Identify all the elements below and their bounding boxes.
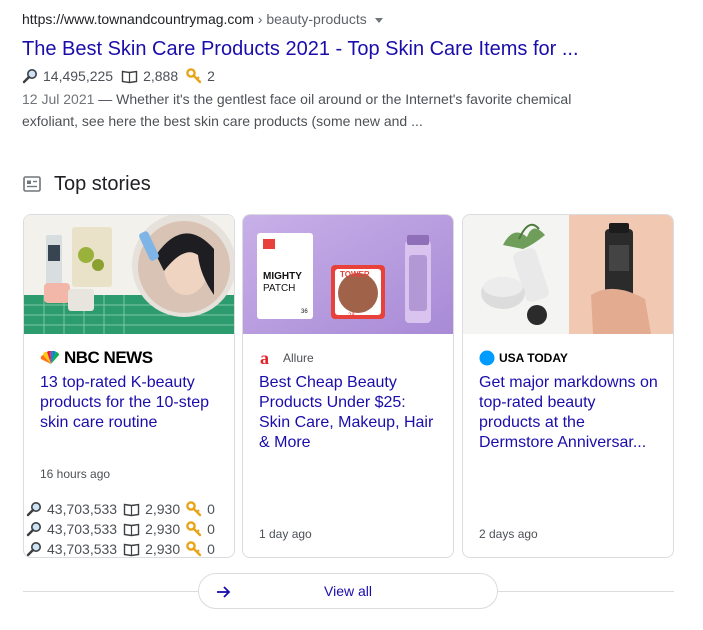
key-icon (186, 68, 202, 84)
story-age: 16 hours ago (40, 467, 111, 481)
arrow-right-icon (217, 586, 231, 598)
story-card-allure[interactable]: MIGHTY PATCH 36 TOWER 28 a Allure Best C… (242, 214, 454, 558)
result-url[interactable]: https://www.townandcountrymag.com › beau… (22, 9, 622, 29)
book-icon (123, 523, 140, 536)
peacock-icon (40, 351, 59, 364)
pages-stat: 2,930 (123, 541, 180, 557)
views-count: 14,495,225 (43, 68, 114, 84)
story-source: a Allure (259, 349, 314, 367)
thumb-text-brand: TOWER (340, 270, 370, 279)
view-all-button[interactable]: View all (198, 573, 498, 609)
story-stats-row: 43,703,533 2,930 0 (26, 499, 221, 519)
top-stories-header: Top stories (23, 170, 151, 198)
book-icon (123, 543, 140, 556)
pages-stat: 2,930 (123, 521, 180, 537)
story-stats-row: 43,703,533 2,930 0 (26, 519, 221, 539)
thumb-text-sub: 28 (348, 313, 355, 319)
thumb-text-mighty: MIGHTY (263, 271, 302, 282)
views-stat: 14,495,225 (22, 68, 113, 84)
story-source-name: NBC NEWS (64, 348, 153, 367)
keys-stat: 2 (186, 68, 215, 84)
svg-text:a: a (260, 350, 269, 366)
book-icon (121, 70, 138, 83)
magnifier-icon (26, 522, 41, 537)
result-domain[interactable]: https://www.townandcountrymag.com (22, 11, 254, 27)
result-stats: 14,495,225 2,888 2 (22, 66, 622, 86)
story-headline-link[interactable]: Get major markdowns on top-rated beauty … (479, 373, 661, 453)
pages-count: 2,930 (145, 501, 181, 517)
story-stats-row: 43,703,533 2,930 0 (26, 539, 221, 557)
story-source: NBC NEWS (40, 348, 153, 368)
thumb-text-num: 36 (301, 309, 308, 315)
story-headline-link[interactable]: 13 top-rated K-beauty products for the 1… (40, 373, 222, 433)
story-age: 1 day ago (259, 527, 312, 541)
story-card-nbc[interactable]: NBC NEWS 13 top-rated K-beauty products … (23, 214, 235, 558)
result-snippet-text: — Whether it's the gentlest face oil aro… (22, 91, 572, 129)
views-stat: 43,703,533 (26, 501, 117, 517)
magnifier-icon (26, 502, 41, 517)
story-age: 2 days ago (479, 527, 538, 541)
keys-count: 2 (207, 68, 215, 84)
result-snippet: 12 Jul 2021 — Whether it's the gentlest … (22, 88, 602, 132)
magnifier-icon (26, 542, 41, 557)
keys-stat: 0 (186, 541, 215, 557)
views-count: 43,703,533 (47, 541, 118, 557)
pages-count: 2,930 (145, 521, 181, 537)
magnifier-icon (22, 69, 37, 84)
story-headline-link[interactable]: Best Cheap Beauty Products Under $25: Sk… (259, 373, 441, 453)
story-thumbnail[interactable] (463, 215, 673, 334)
story-source: USA TODAY (479, 349, 568, 367)
story-card-usatoday[interactable]: USA TODAY Get major markdowns on top-rat… (462, 214, 674, 558)
pages-stat: 2,888 (121, 68, 178, 84)
search-result: https://www.townandcountrymag.com › beau… (22, 9, 622, 132)
news-icon (23, 176, 41, 192)
top-stories-title: Top stories (54, 173, 151, 195)
keys-stat: 0 (186, 521, 215, 537)
key-icon (186, 541, 202, 557)
pages-count: 2,930 (145, 541, 181, 557)
story-stats: 43,703,533 2,930 0 43,703,533 2,930 0 43… (26, 499, 221, 557)
views-count: 43,703,533 (47, 521, 118, 537)
story-thumbnail[interactable]: MIGHTY PATCH 36 TOWER 28 (243, 215, 453, 334)
usa-today-dot-icon (479, 350, 495, 366)
keys-count: 0 (207, 541, 215, 557)
keys-count: 0 (207, 501, 215, 517)
views-stat: 43,703,533 (26, 521, 117, 537)
result-title-link[interactable]: The Best Skin Care Products 2021 - Top S… (22, 36, 622, 62)
story-source-name: USA TODAY (499, 351, 568, 365)
keys-stat: 0 (186, 501, 215, 517)
pages-count: 2,888 (143, 68, 179, 84)
pages-stat: 2,930 (123, 501, 180, 517)
result-date: 12 Jul 2021 (22, 91, 95, 107)
allure-logo-icon: a (260, 350, 269, 366)
views-count: 43,703,533 (47, 501, 118, 517)
key-icon (186, 521, 202, 537)
usa-today-logo: USA TODAY (479, 350, 568, 366)
thumb-text-patch: PATCH (263, 283, 295, 294)
book-icon (123, 503, 140, 516)
story-thumbnail[interactable] (24, 215, 234, 334)
story-source-name: Allure (283, 351, 314, 365)
keys-count: 0 (207, 521, 215, 537)
key-icon (186, 501, 202, 517)
divider-left (23, 591, 198, 592)
nbc-news-logo: NBC NEWS (40, 348, 153, 368)
chevron-down-icon[interactable] (374, 17, 383, 23)
divider-right (498, 591, 674, 592)
views-stat: 43,703,533 (26, 541, 117, 557)
result-breadcrumb: › beauty-products (253, 11, 367, 27)
view-all-label: View all (324, 583, 372, 599)
